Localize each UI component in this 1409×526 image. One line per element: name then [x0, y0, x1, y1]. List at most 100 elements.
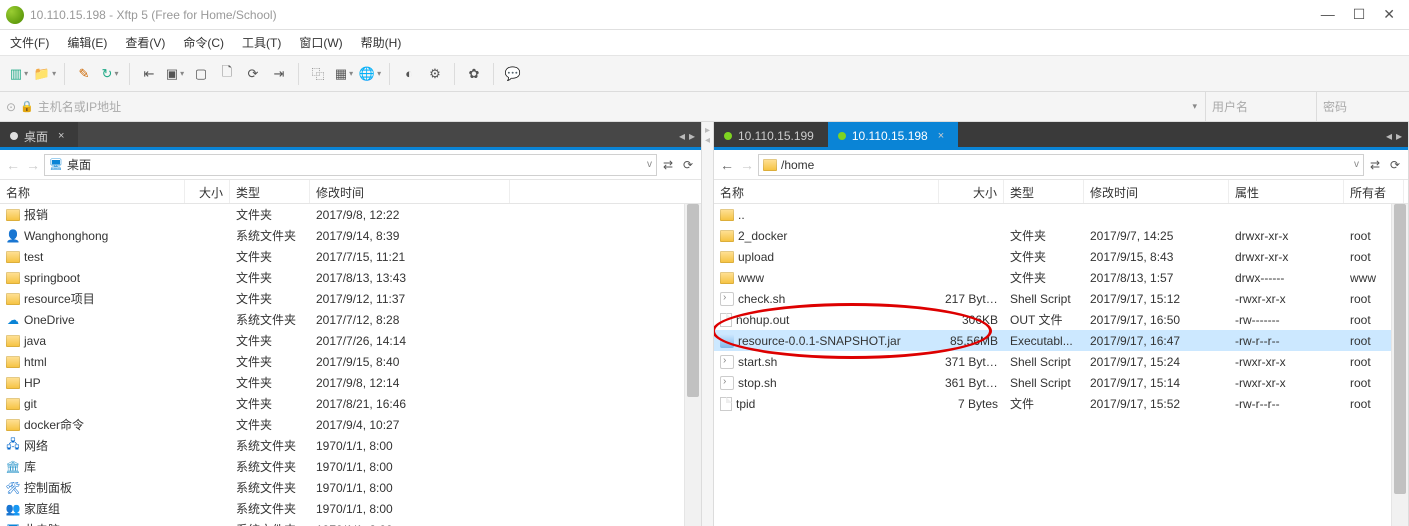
list-item[interactable]: check.sh217 BytesShell Script2017/9/17, …: [714, 288, 1408, 309]
new-folder-button[interactable]: 🗋: [216, 63, 238, 85]
col-modified[interactable]: 修改时间: [1084, 180, 1229, 203]
pin-icon[interactable]: ⊙: [6, 100, 16, 114]
transfer-button[interactable]: ⇄: [659, 156, 677, 174]
list-item[interactable]: www文件夹2017/8/13, 1:57drwx------www: [714, 267, 1408, 288]
reconnect-button[interactable]: ↻: [99, 63, 121, 85]
list-item[interactable]: start.sh371 BytesShell Script2017/9/17, …: [714, 351, 1408, 372]
pane-gutter[interactable]: ▸◂: [702, 122, 714, 526]
list-item[interactable]: nohup.out306KBOUT 文件2017/9/17, 16:50-rw-…: [714, 309, 1408, 330]
sync-button[interactable]: ⟳: [242, 63, 264, 85]
list-item[interactable]: tpid7 Bytes文件2017/9/17, 15:52-rw-r--r--r…: [714, 393, 1408, 414]
col-size[interactable]: 大小: [939, 180, 1004, 203]
transfer-left-button[interactable]: ⇤: [138, 63, 160, 85]
copy-button[interactable]: ⿻: [307, 63, 329, 85]
col-modified[interactable]: 修改时间: [310, 180, 510, 203]
scrollbar[interactable]: [684, 204, 701, 526]
scrollbar[interactable]: [1391, 204, 1408, 526]
list-item[interactable]: html文件夹2017/9/15, 8:40: [0, 351, 701, 372]
menu-file[interactable]: 文件(F): [10, 34, 49, 51]
edit-button[interactable]: ✎: [73, 63, 95, 85]
path-dropdown-icon[interactable]: v: [647, 159, 652, 170]
menu-help[interactable]: 帮助(H): [361, 34, 402, 51]
list-item[interactable]: docker命令文件夹2017/9/4, 10:27: [0, 414, 701, 435]
list-item[interactable]: 🏛库系统文件夹1970/1/1, 8:00: [0, 456, 701, 477]
list-item[interactable]: springboot文件夹2017/8/13, 13:43: [0, 267, 701, 288]
remote-file-list[interactable]: ..2_docker文件夹2017/9/7, 14:25drwxr-xr-xro…: [714, 204, 1408, 526]
col-perms[interactable]: 属性: [1229, 180, 1344, 203]
close-button[interactable]: ✕: [1383, 6, 1395, 23]
play-button[interactable]: ▣: [164, 63, 186, 85]
list-item[interactable]: ..: [714, 204, 1408, 225]
menu-command[interactable]: 命令(C): [183, 34, 224, 51]
list-item[interactable]: java文件夹2017/7/26, 14:14: [0, 330, 701, 351]
menu-view[interactable]: 查看(V): [125, 34, 165, 51]
refresh-button[interactable]: ⟳: [1386, 156, 1404, 174]
host-input[interactable]: [38, 92, 1185, 121]
transfer-right-button[interactable]: ⇥: [268, 63, 290, 85]
menu-window[interactable]: 窗口(W): [299, 34, 342, 51]
list-item[interactable]: 报销文件夹2017/9/8, 12:22: [0, 204, 701, 225]
tab-close-button[interactable]: ×: [938, 130, 944, 142]
back-button[interactable]: ←: [4, 157, 22, 173]
col-type[interactable]: 类型: [230, 180, 310, 203]
list-item[interactable]: git文件夹2017/8/21, 16:46: [0, 393, 701, 414]
list-item[interactable]: HP文件夹2017/9/8, 12:14: [0, 372, 701, 393]
list-item[interactable]: test文件夹2017/7/15, 11:21: [0, 246, 701, 267]
refresh-button[interactable]: ⟳: [679, 156, 697, 174]
list-item[interactable]: stop.sh361 BytesShell Script2017/9/17, 1…: [714, 372, 1408, 393]
tab-remote-198[interactable]: 10.110.15.198 ×: [828, 122, 958, 150]
list-item[interactable]: 2_docker文件夹2017/9/7, 14:25drwxr-xr-xroot: [714, 225, 1408, 246]
back-button[interactable]: ←: [718, 157, 736, 173]
col-size[interactable]: 大小: [185, 180, 230, 203]
layout-button[interactable]: ▦: [333, 63, 355, 85]
tab-prev-button[interactable]: ◂: [679, 129, 685, 143]
forward-button[interactable]: →: [738, 157, 756, 173]
list-item[interactable]: 🖥此电脑系统文件夹1970/1/1, 8:00: [0, 519, 701, 526]
local-file-list[interactable]: 报销文件夹2017/9/8, 12:22👤Wanghonghong系统文件夹20…: [0, 204, 701, 526]
help-button[interactable]: 💬: [502, 63, 524, 85]
file-type: 系统文件夹: [230, 479, 310, 496]
list-item[interactable]: 👥家庭组系统文件夹1970/1/1, 8:00: [0, 498, 701, 519]
list-item[interactable]: 👤Wanghonghong系统文件夹2017/9/14, 8:39: [0, 225, 701, 246]
list-item[interactable]: resource-0.0.1-SNAPSHOT.jar85.56MBExecut…: [714, 330, 1408, 351]
file-name: 网络: [24, 437, 48, 454]
tab-next-button[interactable]: ▸: [1396, 129, 1402, 143]
list-item[interactable]: resource项目文件夹2017/9/12, 11:37: [0, 288, 701, 309]
col-name[interactable]: 名称: [714, 180, 939, 203]
password-input[interactable]: [1323, 92, 1403, 121]
list-item[interactable]: upload文件夹2017/9/15, 8:43drwxr-xr-xroot: [714, 246, 1408, 267]
tab-next-button[interactable]: ▸: [689, 129, 695, 143]
file-name: resource-0.0.1-SNAPSHOT.jar: [738, 334, 901, 348]
col-owner[interactable]: 所有者: [1344, 180, 1404, 203]
list-item[interactable]: 🖧网络系统文件夹1970/1/1, 8:00: [0, 435, 701, 456]
col-type[interactable]: 类型: [1004, 180, 1084, 203]
tab-desktop[interactable]: 桌面 ×: [0, 122, 78, 150]
pause-button[interactable]: ▢: [190, 63, 212, 85]
local-path-box[interactable]: 🖥 桌面 v: [44, 154, 657, 176]
list-item[interactable]: ☁OneDrive系统文件夹2017/7/12, 8:28: [0, 309, 701, 330]
globe-button[interactable]: 🌐: [359, 63, 381, 85]
tab-close-button[interactable]: ×: [58, 130, 64, 142]
maximize-button[interactable]: ☐: [1353, 6, 1366, 23]
menu-edit[interactable]: 编辑(E): [67, 34, 107, 51]
file-modified: 2017/9/8, 12:14: [310, 376, 510, 390]
username-input[interactable]: [1212, 92, 1312, 121]
options-button[interactable]: ✿: [463, 63, 485, 85]
tab-prev-button[interactable]: ◂: [1386, 129, 1392, 143]
col-name[interactable]: 名称: [0, 180, 185, 203]
forward-button[interactable]: →: [24, 157, 42, 173]
path-dropdown-icon[interactable]: v: [1354, 159, 1359, 170]
minimize-button[interactable]: —: [1321, 6, 1335, 23]
tab-remote-199[interactable]: 10.110.15.199: [714, 122, 828, 150]
folder-icon: [6, 209, 20, 221]
settings-sync-button[interactable]: ⚙: [424, 63, 446, 85]
transfer-button[interactable]: ⇄: [1366, 156, 1384, 174]
open-session-button[interactable]: 📁: [34, 63, 56, 85]
remote-path-box[interactable]: /home v: [758, 154, 1364, 176]
new-session-button[interactable]: ▥: [8, 63, 30, 85]
file-type: 文件夹: [230, 206, 310, 223]
terminal-button[interactable]: ◐: [398, 63, 420, 85]
menu-tools[interactable]: 工具(T): [242, 34, 281, 51]
host-dropdown[interactable]: ▾: [1188, 101, 1201, 112]
list-item[interactable]: 🛠控制面板系统文件夹1970/1/1, 8:00: [0, 477, 701, 498]
